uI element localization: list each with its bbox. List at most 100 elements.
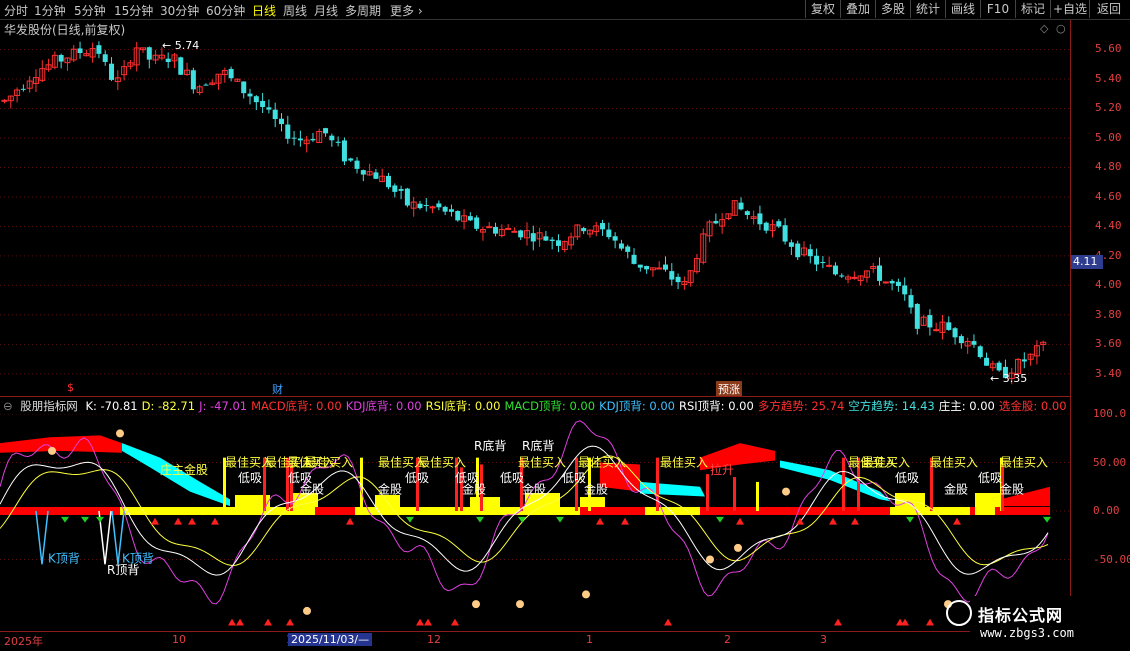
candle-body	[247, 93, 253, 97]
indicator-chart[interactable]: 最佳买入最佳买入最佳买入最佳买入 最佳买入最佳买入 最佳买入 最佳买入 最佳买入 最佳买入…	[0, 414, 1070, 631]
candle-body	[278, 118, 284, 125]
candle-body	[272, 109, 278, 120]
bull-trend-area	[0, 435, 122, 453]
buy-arrow-icon	[953, 517, 961, 525]
candle-body	[474, 217, 480, 229]
tf-15min[interactable]: 15分钟	[114, 2, 153, 19]
price-axis-label: 4.00	[1095, 278, 1122, 292]
candle-body	[335, 141, 341, 143]
candle-body	[511, 230, 518, 233]
btn-overlay[interactable]: 叠加	[840, 0, 875, 18]
candle-body	[429, 206, 436, 209]
tf-more[interactable]: 更多 ›	[390, 2, 423, 19]
tf-1min[interactable]: 1分钟	[34, 2, 66, 19]
candle-body	[814, 255, 820, 265]
tf-60min[interactable]: 60分钟	[206, 2, 245, 19]
candle-body	[530, 233, 536, 242]
watermark-logo: 指标公式网 www.zbgs3.com	[946, 596, 1130, 650]
buy-arrow-icon	[926, 618, 934, 626]
candle-body	[146, 47, 152, 60]
hand-point-icon	[472, 600, 480, 609]
date-label-mar: 3	[820, 633, 827, 646]
candle-body	[851, 276, 858, 279]
tf-daily[interactable]: 日线	[252, 2, 276, 19]
period-toolbar: 分时 1分钟 5分钟 15分钟 30分钟 60分钟 日线 周线 月线 多周期 更…	[0, 0, 1130, 20]
candle-body	[952, 328, 958, 338]
signal-label: 金股	[378, 482, 402, 497]
candle-body	[958, 336, 964, 344]
sell-arrow-icon	[476, 516, 484, 523]
buy-arrow-icon	[851, 517, 859, 525]
sell-arrow-icon	[81, 516, 89, 523]
candle-body	[820, 262, 826, 264]
candle-body	[895, 281, 901, 287]
buy-arrow-icon	[451, 618, 459, 626]
tf-more-label: 更多	[390, 4, 415, 18]
tf-monthly[interactable]: 月线	[314, 2, 338, 19]
candle-body	[744, 211, 750, 215]
indicator-name[interactable]: 股朋指标网	[20, 399, 78, 413]
sell-arrow-icon	[1043, 516, 1051, 523]
current-price-tag: 4.11	[1071, 255, 1103, 269]
tf-multi[interactable]: 多周期	[345, 2, 381, 19]
signal-label: 最佳买入	[930, 455, 978, 469]
candle-body	[984, 357, 990, 366]
candle-body	[423, 205, 429, 207]
signal-spike	[756, 481, 759, 511]
indicator-value-11: 庄主: 0.00	[938, 399, 995, 413]
tf-weekly[interactable]: 周线	[283, 2, 307, 19]
logo-icon	[946, 600, 972, 626]
hand-point-icon	[782, 487, 790, 496]
signal-label: 金股	[1000, 482, 1024, 497]
btn-multi-stock[interactable]: 多股	[875, 0, 910, 18]
buy-arrow-icon	[264, 618, 272, 626]
event-marker-financial[interactable]: 财	[272, 381, 283, 397]
candle-body	[310, 138, 316, 141]
event-marker-dividend[interactable]: $	[67, 381, 74, 394]
indicator-value-0: K: -70.81	[85, 399, 138, 413]
tf-intraday[interactable]: 分时	[4, 2, 28, 19]
signal-label: 金股	[522, 482, 546, 497]
signal-label: 最佳买入	[418, 455, 466, 469]
divergence-label: K顶背	[122, 551, 154, 565]
candlestick-chart[interactable]: ← 5.74 ← 3.35	[0, 20, 1070, 396]
tf-30min[interactable]: 30分钟	[160, 2, 199, 19]
signal-label: 低吸	[562, 471, 586, 485]
candle-body	[839, 275, 845, 277]
buy-arrow-icon	[664, 618, 672, 626]
hand-point-icon	[48, 446, 56, 455]
btn-f10[interactable]: F10	[980, 0, 1015, 18]
indicator-value-3: MACD底背: 0.00	[251, 399, 342, 413]
candle-body	[656, 267, 663, 270]
sell-arrow-icon	[96, 516, 104, 523]
candle-body	[662, 264, 668, 270]
indicator-value-9: 多方趋势: 25.74	[757, 399, 845, 413]
event-marker-forecast[interactable]: 预涨	[716, 381, 742, 397]
indicator-value-5: RSI底背: 0.00	[425, 399, 501, 413]
date-label-dec: 12	[427, 633, 441, 646]
sell-arrow-icon	[406, 516, 414, 523]
btn-add-watchlist[interactable]: +自选	[1050, 0, 1089, 18]
btn-back[interactable]: 返回	[1089, 0, 1128, 18]
candle-body	[555, 240, 561, 246]
price-axis-label: 5.20	[1095, 101, 1122, 115]
candle-body	[77, 48, 83, 54]
candle-body	[448, 209, 454, 212]
candle-body	[291, 137, 297, 139]
tf-5min[interactable]: 5分钟	[74, 2, 106, 19]
btn-adjust[interactable]: 复权	[805, 0, 840, 18]
date-label-oct: 10	[172, 633, 186, 646]
candle-body	[600, 223, 606, 230]
price-axis-label: 4.80	[1095, 160, 1122, 174]
btn-mark[interactable]: 标记	[1015, 0, 1050, 18]
indicator-header: ⊖ 股朋指标网 K: -70.81 D: -82.71 J: -47.01 MACD底…	[0, 396, 1070, 415]
buy-arrow-icon	[188, 517, 196, 525]
btn-stats[interactable]: 统计	[910, 0, 945, 18]
candle-body	[493, 226, 499, 234]
indicator-value-8: RSI顶背: 0.00	[679, 399, 754, 413]
buy-arrow-icon	[286, 618, 294, 626]
indicator-settings-icon[interactable]: ⊖	[3, 399, 13, 413]
candle-body	[341, 140, 347, 162]
candle-body	[782, 225, 788, 242]
btn-draw[interactable]: 画线	[945, 0, 980, 18]
